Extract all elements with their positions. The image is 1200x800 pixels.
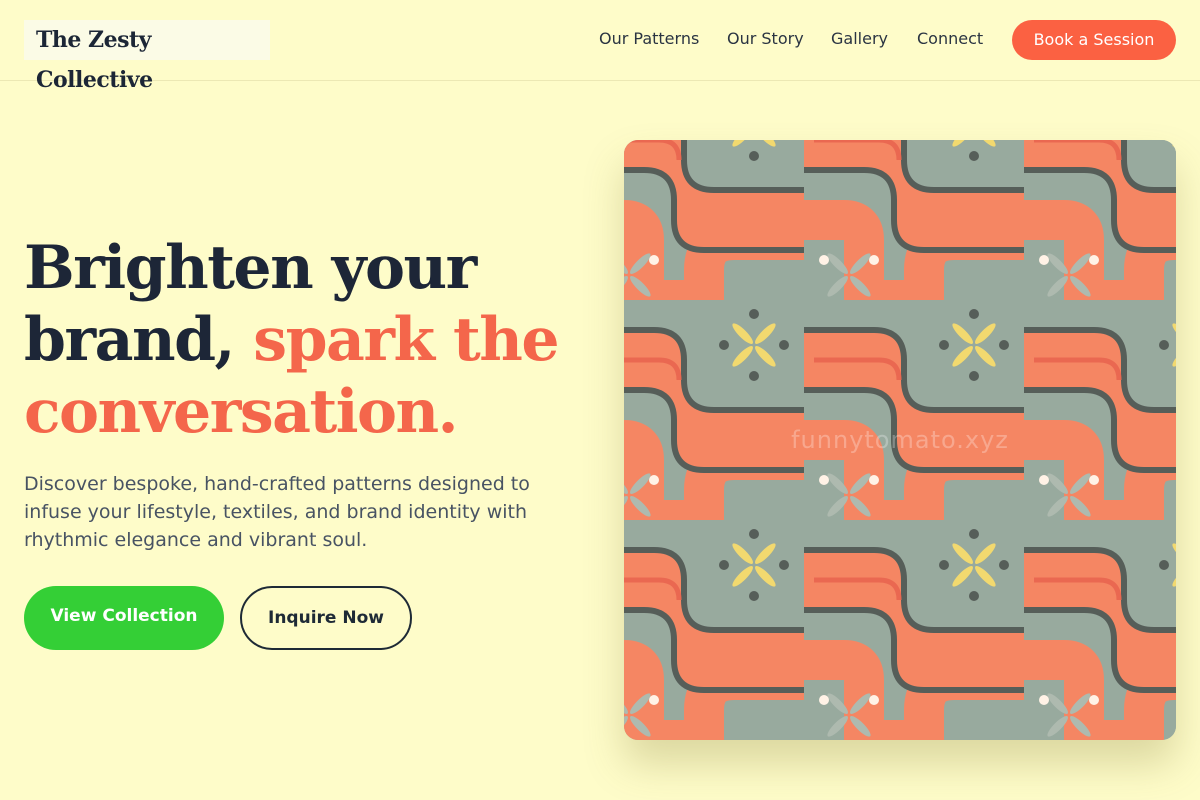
view-collection-button[interactable]: View Collection — [24, 586, 224, 650]
site-header: The Zesty Collective Our Patterns Our St… — [0, 0, 1200, 93]
image-watermark: funnytomato.xyz — [791, 426, 1009, 454]
book-session-button[interactable]: Book a Session — [1012, 20, 1176, 60]
nav-link-gallery[interactable]: Gallery — [831, 29, 888, 48]
brand-logo[interactable]: The Zesty Collective — [24, 20, 270, 93]
hero-description: Discover bespoke, hand-crafted patterns … — [24, 473, 530, 551]
nav-link-our-patterns[interactable]: Our Patterns — [599, 29, 699, 48]
hero-pattern-image: funnytomato.xyz — [624, 140, 1176, 740]
hero-headline: Brighten your brand, spark the conversat… — [24, 232, 584, 448]
inquire-now-button[interactable]: Inquire Now — [240, 586, 412, 650]
nav-link-connect[interactable]: Connect — [917, 29, 983, 48]
nav-link-our-story[interactable]: Our Story — [727, 29, 804, 48]
